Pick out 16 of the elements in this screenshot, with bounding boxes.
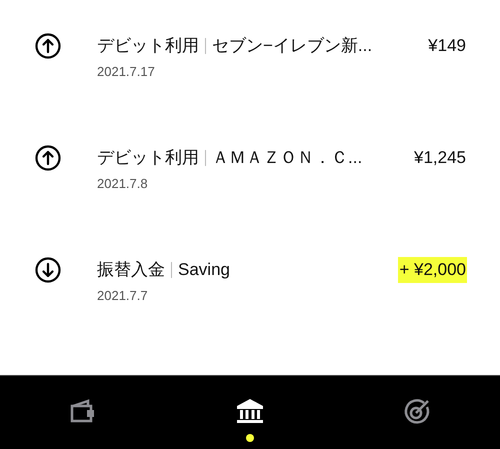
- amount: + ¥2,000: [398, 257, 467, 283]
- amount: ¥149: [427, 35, 467, 58]
- transaction-category: 振替入金: [97, 259, 165, 282]
- merchant-name: ＡＭＡＺＯＮ．Ｃ...: [212, 147, 362, 170]
- merchant-name: Saving: [178, 259, 230, 282]
- arrow-up-circle-icon: [35, 33, 61, 59]
- transaction-category: デビット利用: [97, 35, 199, 58]
- transaction-date: 2021.7.17: [97, 63, 155, 81]
- amount: ¥1,245: [413, 147, 467, 170]
- transaction-date: 2021.7.7: [97, 287, 148, 305]
- merchant-name: セブン−イレブン新...: [212, 35, 372, 58]
- arrow-up-circle-icon: [35, 145, 61, 171]
- transaction-date: 2021.7.8: [97, 175, 148, 193]
- transaction-category: デビット利用: [97, 147, 199, 170]
- arrow-down-circle-icon: [35, 257, 61, 283]
- bank-icon: [235, 397, 265, 425]
